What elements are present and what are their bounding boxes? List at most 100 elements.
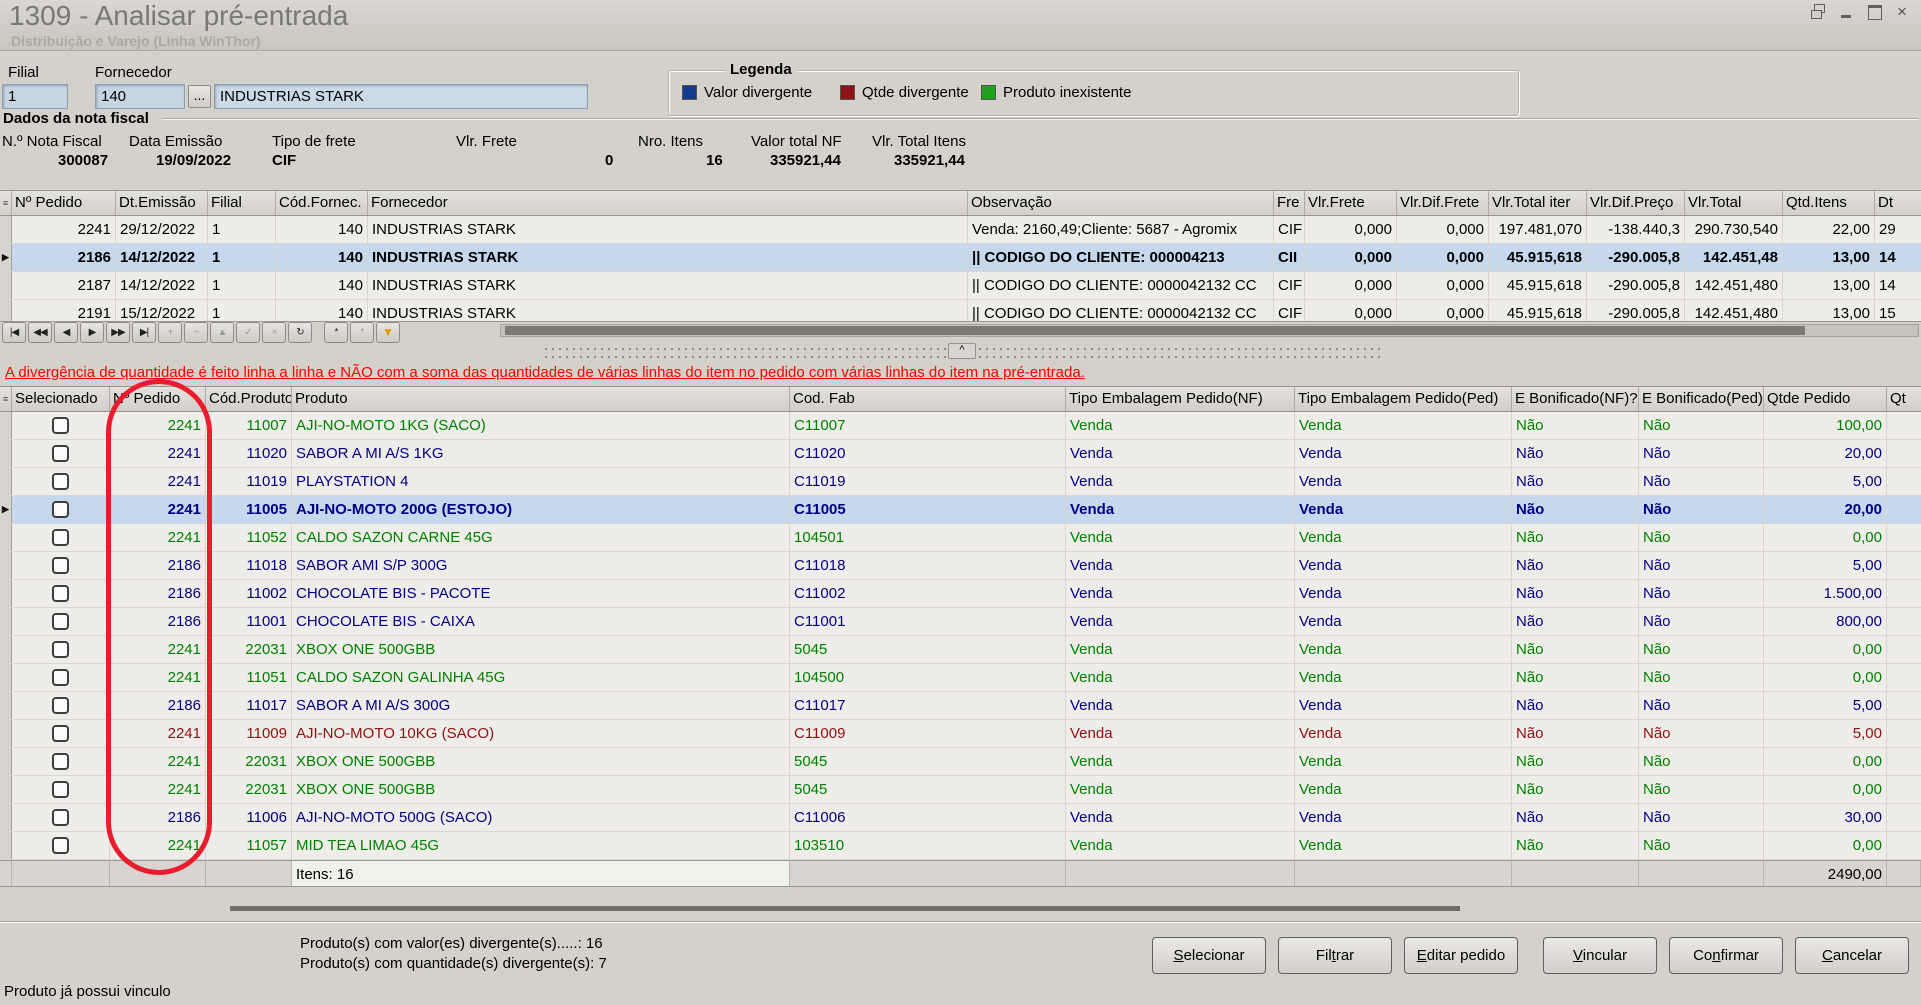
minimize-icon[interactable] xyxy=(1837,4,1855,20)
fornecedor-input[interactable]: 140 xyxy=(95,84,185,109)
product-row[interactable]: 2241 22031 XBOX ONE 500GBB 5045 Venda Venda Nã… xyxy=(0,636,1921,664)
goto-bookmark-button[interactable]: * xyxy=(350,322,374,343)
orders-col-header-7[interactable]: Vlr.Frete xyxy=(1305,191,1397,215)
row-checkbox[interactable] xyxy=(52,697,69,714)
titlebar[interactable]: 1309 - Analisar pré-entrada Distribuição… xyxy=(0,0,1921,51)
products-col-header-8[interactable]: E Bonificado(Ped)? xyxy=(1639,387,1764,411)
products-col-header-1[interactable]: Nº Pedido xyxy=(110,387,206,411)
order-row[interactable]: 2191 15/12/2022 1 140 INDUSTRIAS STARK || COD… xyxy=(0,300,1921,321)
products-col-header-2[interactable]: Cód.Produto xyxy=(206,387,292,411)
filter-button[interactable]: ▼ xyxy=(376,322,400,343)
confirmar-button[interactable]: Confirmar xyxy=(1669,937,1783,974)
bookmark-button[interactable]: * xyxy=(324,322,348,343)
last-button[interactable]: ▶| xyxy=(132,322,156,343)
orders-col-header-6[interactable]: Fre xyxy=(1274,191,1305,215)
orders-col-header-13[interactable]: Dt xyxy=(1875,191,1921,215)
product-row[interactable]: 2241 22031 XBOX ONE 500GBB 5045 Venda Venda Nã… xyxy=(0,748,1921,776)
filtrar-button[interactable]: Filtrar xyxy=(1278,937,1392,974)
orders-col-header-4[interactable]: Fornecedor xyxy=(368,191,968,215)
selecionar-button[interactable]: Selecionar xyxy=(1152,937,1266,974)
products-hscrollbar[interactable] xyxy=(230,906,1460,911)
products-col-header-6[interactable]: Tipo Embalagem Pedido(Ped) xyxy=(1295,387,1512,411)
row-checkbox[interactable] xyxy=(52,445,69,462)
row-checkbox[interactable] xyxy=(52,837,69,854)
order-row[interactable]: 2187 14/12/2022 1 140 INDUSTRIAS STARK || COD… xyxy=(0,272,1921,300)
refresh-button[interactable]: ↻ xyxy=(288,322,312,343)
post-button[interactable]: ✓ xyxy=(236,322,260,343)
product-row[interactable]: 2241 11057 MID TEA LIMAO 45G 103510 Venda Ven… xyxy=(0,832,1921,860)
row-checkbox[interactable] xyxy=(52,529,69,546)
product-row[interactable]: 2241 11051 CALDO SAZON GALINHA 45G 104500 Ve… xyxy=(0,664,1921,692)
orders-col-header-11[interactable]: Vlr.Total xyxy=(1685,191,1783,215)
order-row[interactable]: ▶ 2186 14/12/2022 1 140 INDUSTRIAS STARK || CO… xyxy=(0,244,1921,272)
restore-icon[interactable] xyxy=(1809,4,1827,20)
product-row[interactable]: 2241 11009 AJI-NO-MOTO 10KG (SACO) C11009 Ve… xyxy=(0,720,1921,748)
cancelar-button[interactable]: Cancelar xyxy=(1795,937,1909,974)
edit-button[interactable]: ▲ xyxy=(210,322,234,343)
row-checkbox[interactable] xyxy=(52,641,69,658)
product-row[interactable]: 2241 22031 XBOX ONE 500GBB 5045 Venda Venda Nã… xyxy=(0,776,1921,804)
insert-button[interactable]: + xyxy=(158,322,182,343)
row-checkbox[interactable] xyxy=(52,809,69,826)
products-col-header-3[interactable]: Produto xyxy=(292,387,790,411)
maximize-icon[interactable] xyxy=(1865,4,1883,20)
footer-cell xyxy=(1887,861,1921,886)
row-checkbox[interactable] xyxy=(52,585,69,602)
row-checkbox[interactable] xyxy=(52,753,69,770)
products-col-header-0[interactable]: Selecionado xyxy=(12,387,110,411)
product-row[interactable]: 2186 11017 SABOR A MI A/S 300G C11017 Venda V… xyxy=(0,692,1921,720)
editar-pedido-button[interactable]: Editar pedido xyxy=(1404,937,1518,974)
product-row[interactable]: ▶ 2241 11005 AJI-NO-MOTO 200G (ESTOJO) C1100… xyxy=(0,496,1921,524)
row-checkbox[interactable] xyxy=(52,781,69,798)
scrollbar-thumb[interactable] xyxy=(505,326,1805,335)
products-col-header-5[interactable]: Tipo Embalagem Pedido(NF) xyxy=(1066,387,1295,411)
orders-col-header-5[interactable]: Observação xyxy=(968,191,1274,215)
products-col-header-4[interactable]: Cod. Fab xyxy=(790,387,1066,411)
filial-input[interactable]: 1 xyxy=(2,84,68,109)
fornecedor-browse-button[interactable]: ... xyxy=(188,85,211,108)
orders-col-header-8[interactable]: Vlr.Dif.Frete xyxy=(1397,191,1489,215)
products-col-header-9[interactable]: Qtde Pedido xyxy=(1764,387,1887,411)
row-checkbox[interactable] xyxy=(52,501,69,518)
vincular-button[interactable]: Vincular xyxy=(1543,937,1657,974)
orders-hscrollbar[interactable] xyxy=(500,324,1919,337)
row-checkbox[interactable] xyxy=(52,473,69,490)
product-row[interactable]: 2241 11007 AJI-NO-MOTO 1KG (SACO) C11007 Ven… xyxy=(0,412,1921,440)
product-row[interactable]: 2186 11002 CHOCOLATE BIS - PACOTE C11002 Ven… xyxy=(0,580,1921,608)
row-checkbox[interactable] xyxy=(52,669,69,686)
orders-col-header-12[interactable]: Qtd.Itens xyxy=(1783,191,1875,215)
product-row[interactable]: 2186 11001 CHOCOLATE BIS - CAIXA C11001 Vend… xyxy=(0,608,1921,636)
row-checkbox[interactable] xyxy=(52,613,69,630)
fornecedor-name-field[interactable]: INDUSTRIAS STARK xyxy=(214,84,588,109)
prior-page-icon: ◀◀ xyxy=(33,327,47,338)
splitter-collapse-button[interactable]: ^ xyxy=(948,343,976,359)
grid-options-icon[interactable]: ≡ xyxy=(0,387,12,411)
next-button[interactable]: ▶ xyxy=(80,322,104,343)
cancel-button[interactable]: × xyxy=(262,322,286,343)
next-page-button[interactable]: ▶▶ xyxy=(106,322,130,343)
orders-col-header-2[interactable]: Filial xyxy=(208,191,276,215)
row-checkbox[interactable] xyxy=(52,557,69,574)
delete-button[interactable]: − xyxy=(184,322,208,343)
product-cell: Venda xyxy=(1295,748,1512,775)
prior-page-button[interactable]: ◀◀ xyxy=(28,322,52,343)
orders-col-header-0[interactable]: Nº Pedido xyxy=(12,191,116,215)
product-row[interactable]: 2186 11018 SABOR AMI S/P 300G C11018 Venda Ve… xyxy=(0,552,1921,580)
products-col-header-10[interactable]: Qt xyxy=(1887,387,1921,411)
orders-col-header-9[interactable]: Vlr.Total iter xyxy=(1489,191,1587,215)
products-col-header-7[interactable]: E Bonificado(NF)? xyxy=(1512,387,1639,411)
orders-col-header-3[interactable]: Cód.Fornec. xyxy=(276,191,368,215)
order-row[interactable]: 2241 29/12/2022 1 140 INDUSTRIAS STARK Venda:… xyxy=(0,216,1921,244)
close-icon[interactable] xyxy=(1893,4,1911,20)
product-row[interactable]: 2186 11006 AJI-NO-MOTO 500G (SACO) C11006 Ve… xyxy=(0,804,1921,832)
first-button[interactable]: |◀ xyxy=(2,322,26,343)
grid-options-icon[interactable]: ≡ xyxy=(0,191,12,215)
prior-button[interactable]: ◀ xyxy=(54,322,78,343)
product-row[interactable]: 2241 11019 PLAYSTATION 4 C11019 Venda Venda Nã… xyxy=(0,468,1921,496)
row-checkbox[interactable] xyxy=(52,417,69,434)
orders-col-header-1[interactable]: Dt.Emissão xyxy=(116,191,208,215)
orders-col-header-10[interactable]: Vlr.Dif.Preço xyxy=(1587,191,1685,215)
row-checkbox[interactable] xyxy=(52,725,69,742)
product-row[interactable]: 2241 11052 CALDO SAZON CARNE 45G 104501 Vend… xyxy=(0,524,1921,552)
product-row[interactable]: 2241 11020 SABOR A MI A/S 1KG C11020 Venda Ve… xyxy=(0,440,1921,468)
